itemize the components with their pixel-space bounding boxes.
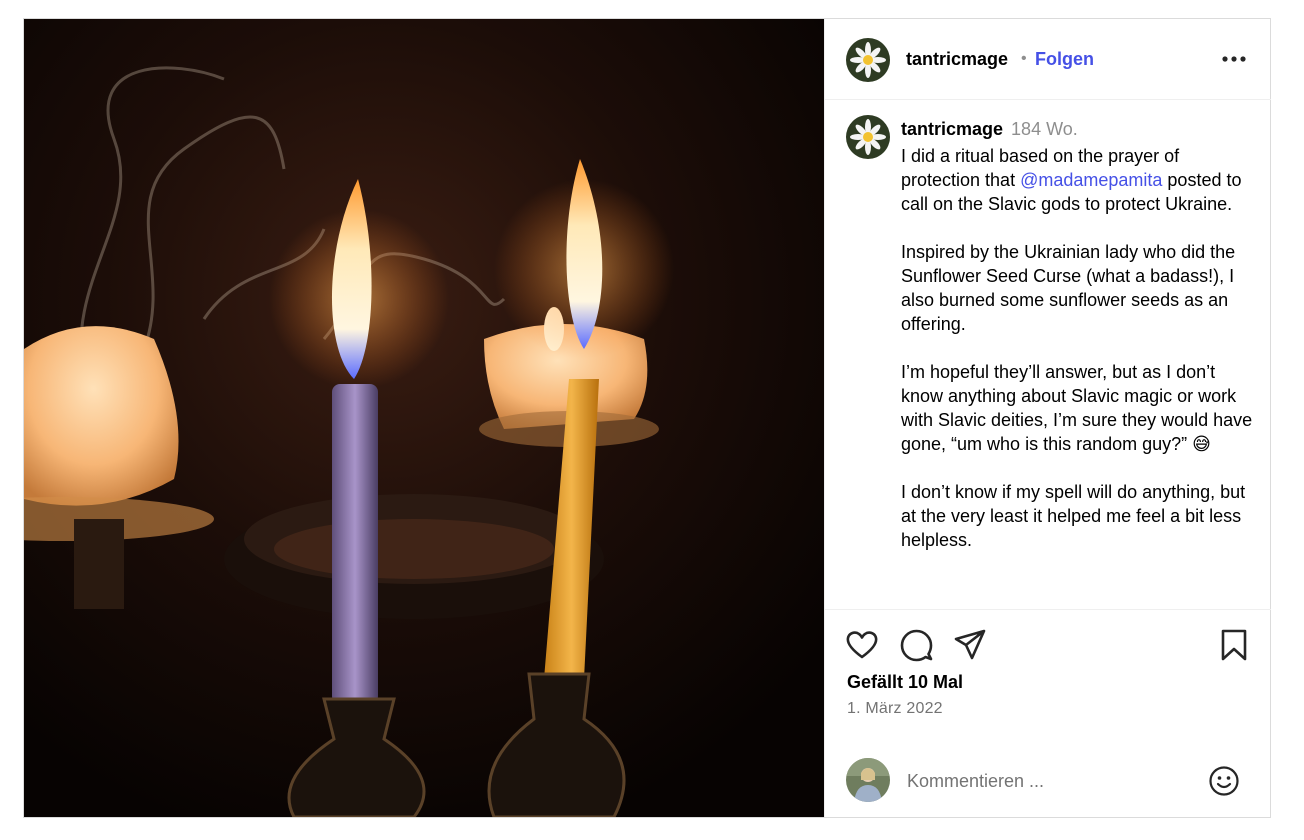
post-actions: Gefällt 10 Mal 1. März 2022 bbox=[825, 609, 1271, 817]
post-side-panel: tantricmage • Folgen tantricmage 184 Wo.… bbox=[824, 19, 1271, 817]
current-user-avatar[interactable] bbox=[846, 758, 890, 802]
smiley-icon[interactable] bbox=[1208, 765, 1240, 797]
caption-timestamp[interactable]: 184 Wo. bbox=[1011, 119, 1078, 139]
caption-paragraph-4: I don’t know if my spell will do anythin… bbox=[901, 482, 1246, 550]
caption-paragraph-3: I’m hopeful they’ll answer, but as I don… bbox=[901, 362, 1253, 454]
post-header: tantricmage • Folgen bbox=[825, 19, 1271, 100]
caption-text: I did a ritual based on the prayer of pr… bbox=[901, 144, 1255, 576]
instagram-post: tantricmage • Folgen tantricmage 184 Wo.… bbox=[23, 18, 1271, 818]
author-avatar[interactable] bbox=[846, 38, 890, 82]
bookmark-icon[interactable] bbox=[1217, 628, 1251, 662]
share-icon[interactable] bbox=[953, 628, 987, 662]
caption-author-avatar[interactable] bbox=[846, 115, 890, 159]
author-username[interactable]: tantricmage bbox=[906, 49, 1008, 70]
post-date[interactable]: 1. März 2022 bbox=[847, 700, 943, 718]
lotus-avatar-icon bbox=[846, 38, 890, 82]
caption-username[interactable]: tantricmage bbox=[901, 119, 1003, 139]
caption-paragraph-1: I did a ritual based on the prayer of pr… bbox=[901, 144, 1255, 216]
mention-link[interactable]: @madamepamita bbox=[1020, 170, 1162, 190]
post-photo-candles[interactable] bbox=[24, 19, 824, 817]
likes-count[interactable]: Gefällt 10 Mal bbox=[847, 672, 963, 693]
caption-paragraph-2: Inspired by the Ukrainian lady who did t… bbox=[901, 242, 1236, 334]
more-horizontal-icon[interactable] bbox=[1219, 47, 1249, 71]
user-photo-avatar-icon bbox=[846, 758, 890, 802]
lotus-avatar-icon bbox=[846, 115, 890, 159]
comment-input[interactable] bbox=[905, 766, 1199, 796]
header-separator: • bbox=[1021, 50, 1027, 67]
post-caption: tantricmage 184 Wo. I did a ritual based … bbox=[825, 101, 1271, 609]
candles-image bbox=[24, 19, 824, 817]
heart-icon[interactable] bbox=[845, 628, 879, 662]
comment-icon[interactable] bbox=[899, 628, 933, 662]
follow-button[interactable]: Folgen bbox=[1035, 49, 1094, 70]
caption-header: tantricmage 184 Wo. bbox=[901, 119, 1078, 140]
comment-row bbox=[825, 740, 1271, 818]
